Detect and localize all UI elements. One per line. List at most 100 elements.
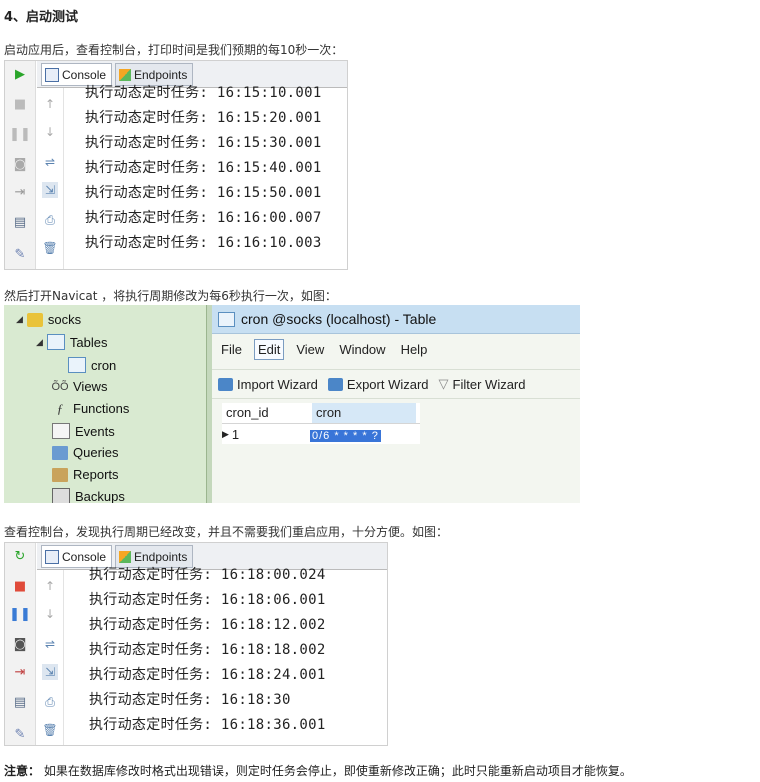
table-window: cron @socks (localhost) - Table File Edi… [212,305,580,503]
console-output: 执行动态定时任务: 16:18:00.024 执行动态定时任务: 16:18:0… [89,567,387,745]
scroll-end-icon[interactable]: ⇲ [42,182,58,198]
console-line: 执行动态定时任务: 16:18:30 [89,692,291,708]
column-header-cron-id[interactable]: cron_id [222,403,312,423]
console-line: 执行动态定时任务: 16:18:06.001 [89,592,326,608]
function-icon: ƒ [56,400,64,416]
paragraph-3: 查看控制台，发现执行周期已经改变，并且不需要我们重启应用，十分方便。如图： [4,525,449,539]
note: 注意： 如果在数据库修改时格式出现错误，则定时任务会停止，即使重新修改正确；此时… [4,762,632,779]
console-line: 执行动态定时任务: 16:15:50.001 [85,185,322,201]
grid-header: cron_id cron [222,403,420,424]
camera-icon[interactable]: ◙ [11,155,29,173]
pause-icon[interactable]: ❚❚ [9,125,31,143]
run-icon[interactable]: ▶ [11,65,29,83]
row-pointer-icon: ▶ [222,428,229,439]
console-screenshot-2: ↻ ■ ❚❚ ◙ ⇥ ▤ ✎ Console Endpoints ↑ ↓ ⇌ ⇲… [4,542,388,746]
arrow-up-icon[interactable]: ↑ [42,96,58,112]
tree-views[interactable]: ÕÕ Views [51,379,107,394]
pin-icon[interactable]: ✎ [11,725,29,743]
trash-icon[interactable]: 🗑 [42,722,58,738]
console-line: 执行动态定时任务: 16:18:36.001 [89,717,326,733]
menu-view[interactable]: View [293,340,327,359]
console-screenshot-1: ▶ ■ ❚❚ ◙ ⇥ ▤ ✎ Console Endpoints ↑ ↓ ⇌ ⇲… [4,60,348,270]
stop-icon[interactable]: ■ [11,95,29,113]
data-grid: cron_id cron ▶ 1 0/6 * * * * ? [222,403,420,444]
menu-window[interactable]: Window [336,340,388,359]
console-icon [45,67,59,82]
console-sub-toolbar: ↑ ↓ ⇌ ⇲ ⎙ 🗑 [37,570,64,745]
menu-edit[interactable]: Edit [253,338,285,360]
export-icon [327,377,343,391]
console-output: 执行动态定时任务: 16:15:10.001 执行动态定时任务: 16:15:2… [85,85,347,269]
table-row[interactable]: ▶ 1 0/6 * * * * ? [222,424,420,444]
tree-functions[interactable]: ƒ Functions [52,400,130,417]
arrow-down-icon[interactable]: ↓ [42,606,58,622]
console-line: 执行动态定时任务: 16:15:20.001 [85,110,322,126]
login-icon[interactable]: ⇥ [11,663,29,681]
print-icon[interactable]: ⎙ [42,694,58,710]
arrow-down-icon[interactable]: ↓ [42,124,58,140]
scroll-end-icon[interactable]: ⇲ [42,664,58,680]
tree-tables[interactable]: ◢ Tables [36,334,108,350]
table-icon [68,357,86,373]
tree-table-cron[interactable]: cron [68,357,116,373]
pause-icon[interactable]: ❚❚ [9,605,31,623]
tree-db-socks[interactable]: ◢ socks [16,312,81,327]
console-line: 执行动态定时任务: 16:15:40.001 [85,160,322,176]
note-text: 如果在数据库修改时格式出现错误，则定时任务会停止，即使重新修改正确；此时只能重新… [40,764,632,778]
layout-icon[interactable]: ▤ [11,693,29,711]
expand-triangle-icon: ◢ [36,336,43,347]
import-icon [218,377,233,391]
trash-icon[interactable]: 🗑 [42,240,58,256]
wrap-icon[interactable]: ⇌ [42,636,58,652]
arrow-up-icon[interactable]: ↑ [42,578,58,594]
console-line: 执行动态定时任务: 16:15:10.001 [85,85,322,101]
paragraph-1: 启动应用后，查看控制台，打印时间是我们预期的每10秒一次： [4,43,344,57]
endpoints-icon [119,68,131,81]
tree-backups[interactable]: Backups [52,488,125,503]
console-line: 执行动态定时任务: 16:16:10.003 [85,235,322,251]
menu-bar: File Edit View Window Help [212,335,580,363]
paragraph-2: 然后打开Navicat ，将执行周期修改为每6秒执行一次，如图： [4,289,337,303]
tree-events[interactable]: Events [52,423,115,439]
rerun-icon[interactable]: ↻ [11,547,29,565]
tree-queries[interactable]: Queries [52,445,119,460]
console-line: 执行动态定时任务: 16:18:18.002 [89,642,326,658]
console-line: 执行动态定时任务: 16:18:12.002 [89,617,326,633]
table-icon [46,334,65,350]
pin-icon[interactable]: ✎ [11,245,29,263]
cell-cron-id[interactable]: 1 [232,427,239,442]
export-wizard-button[interactable]: Export Wizard [327,377,429,392]
login-icon[interactable]: ⇥ [11,183,29,201]
endpoints-icon [119,550,131,563]
camera-icon[interactable]: ◙ [11,635,29,653]
wrap-icon[interactable]: ⇌ [42,154,58,170]
cell-cron[interactable]: 0/6 * * * * ? [310,429,381,442]
console-line: 执行动态定时任务: 16:15:30.001 [85,135,322,151]
menu-help[interactable]: Help [398,340,431,359]
print-icon[interactable]: ⎙ [42,212,58,228]
import-wizard-button[interactable]: Import Wizard [218,377,318,392]
table-icon [218,311,235,327]
console-left-toolbar: ▶ ■ ❚❚ ◙ ⇥ ▤ ✎ [5,61,36,269]
column-header-cron[interactable]: cron [312,403,416,423]
stop-icon[interactable]: ■ [11,577,29,595]
console-line: 执行动态定时任务: 16:18:24.001 [89,667,326,683]
calendar-icon [52,423,70,439]
tree-reports[interactable]: Reports [52,467,119,482]
console-sub-toolbar: ↑ ↓ ⇌ ⇲ ⎙ 🗑 [37,88,64,269]
report-icon [52,467,68,482]
navicat-object-tree: ◢ socks ◢ Tables cron ÕÕ Views ƒ Functio… [4,305,206,503]
toolbar: Import Wizard Export Wizard ▽ Filter Wiz… [212,369,580,399]
layout-icon[interactable]: ▤ [11,213,29,231]
section-heading: 4、启动测试 [4,10,79,25]
console-line: 执行动态定时任务: 16:18:00.024 [89,567,326,583]
window-title-bar: cron @socks (localhost) - Table [212,305,580,334]
console-icon [45,549,59,564]
note-label: 注意： [4,764,41,778]
query-icon [52,445,68,460]
database-icon [26,312,43,327]
backup-icon [52,488,70,503]
menu-file[interactable]: File [218,340,245,359]
expand-triangle-icon: ◢ [16,314,23,324]
filter-wizard-button[interactable]: ▽ Filter Wizard [439,376,526,392]
